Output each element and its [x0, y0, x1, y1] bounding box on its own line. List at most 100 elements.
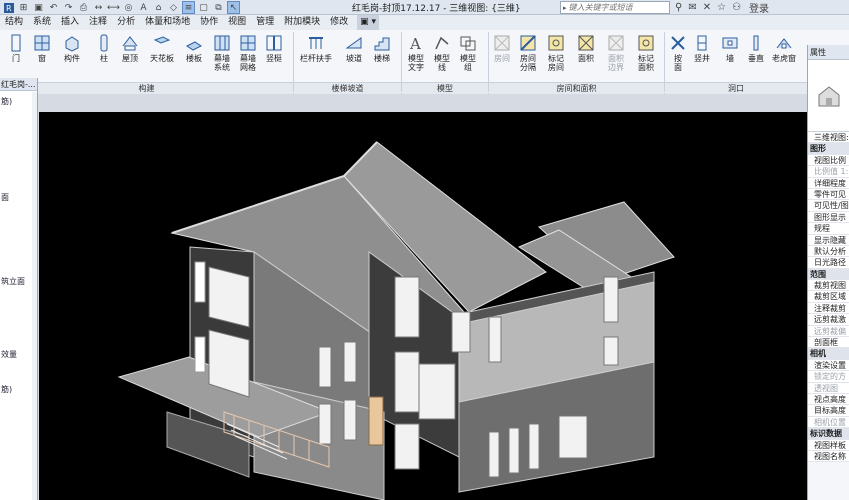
shaft-button[interactable]: 竖井 — [692, 32, 712, 63]
floor-button[interactable]: 楼板 — [184, 32, 204, 63]
tag-area-button[interactable]: 标记 面积 — [636, 32, 656, 72]
property-row[interactable]: 视点高度 — [808, 393, 849, 406]
revit-logo-icon[interactable]: R — [2, 1, 15, 14]
redo-icon[interactable]: ↷ — [62, 1, 75, 14]
property-row[interactable]: 裁剪视图 — [808, 280, 849, 292]
window-button[interactable]: 窗 — [32, 32, 52, 63]
property-row[interactable]: 渲染设置 — [808, 359, 849, 372]
property-row[interactable]: 三维视图: { — [808, 132, 849, 144]
area-boundary-button[interactable]: 面积 边界 — [606, 32, 626, 72]
tab-annotate[interactable]: 注释 — [84, 15, 112, 30]
tab-insert[interactable]: 插入 — [56, 15, 84, 30]
property-row[interactable]: 规程 — [808, 223, 849, 235]
property-row[interactable]: 可见性/图 — [808, 200, 849, 212]
vertical-opening-button[interactable]: 垂直 — [746, 32, 766, 63]
property-row[interactable]: 锁定的方 — [808, 371, 849, 383]
3d-viewport[interactable] — [39, 112, 807, 500]
section-icon[interactable]: ◇ — [167, 1, 180, 14]
tab-analyze[interactable]: 分析 — [112, 15, 140, 30]
property-row[interactable]: 视图比例 — [808, 154, 849, 167]
model-group-button[interactable]: 模型 组 — [458, 32, 478, 72]
tab-structure[interactable]: 结构 — [0, 15, 28, 30]
mullion-button[interactable]: 竖梃 — [264, 32, 284, 63]
room-separator-button[interactable]: 房间 分隔 — [518, 32, 538, 72]
area-button[interactable]: 面积 — [576, 32, 596, 63]
property-row[interactable]: 裁剪区域 — [808, 291, 849, 303]
roof-button[interactable]: 屋顶 — [120, 32, 140, 63]
property-row[interactable]: 比例值 1: — [808, 166, 849, 178]
tab-systems[interactable]: 系统 — [28, 15, 56, 30]
room-button[interactable]: 房间 — [492, 32, 512, 63]
ramp-button[interactable]: 坡道 — [344, 32, 364, 63]
browser-scrollbar[interactable] — [32, 92, 37, 500]
property-row[interactable]: 日光路径 — [808, 257, 849, 269]
browser-item[interactable]: 面 — [1, 192, 9, 203]
tab-manage[interactable]: 管理 — [251, 15, 279, 30]
user-icon[interactable]: ⚇ — [732, 2, 741, 13]
property-row[interactable]: 零件可见 — [808, 188, 849, 201]
column-icon — [100, 34, 108, 52]
tab-add-ins[interactable]: 附加模块 — [279, 15, 325, 30]
browser-item[interactable]: 筋) — [1, 384, 12, 395]
print-icon[interactable]: ⎙ — [77, 1, 90, 14]
open-icon[interactable]: ⊞ — [17, 1, 30, 14]
curtain-grid-button[interactable]: 幕墙 网格 — [238, 32, 258, 72]
tab-massing-site[interactable]: 体量和场地 — [140, 15, 195, 30]
property-row[interactable]: 视图样板 — [808, 439, 849, 451]
property-row[interactable]: 远剪裁偏 — [808, 325, 849, 338]
stair-button[interactable]: 楼梯 — [372, 32, 392, 63]
window — [508, 427, 520, 474]
ceiling-button[interactable]: 天花板 — [150, 32, 174, 63]
component-button[interactable]: 构件 — [62, 32, 82, 63]
property-row[interactable]: 视图名称 — [808, 450, 849, 463]
property-row[interactable]: 透视图 — [808, 382, 849, 394]
wall-opening-button[interactable]: 墙 — [720, 32, 740, 63]
ribbon-minimize-button[interactable]: ▣ ▾ — [357, 15, 380, 30]
tag-icon[interactable]: ◎ — [122, 1, 135, 14]
dormer-button[interactable]: 老虎窗 — [772, 32, 796, 63]
tab-view[interactable]: 视图 — [223, 15, 251, 30]
switch-windows-icon[interactable]: ⧉ — [212, 1, 225, 14]
text-icon[interactable]: A — [137, 1, 150, 14]
select-icon[interactable]: ↖ — [227, 1, 240, 14]
window — [528, 423, 540, 470]
thin-lines-icon[interactable]: ≡ — [182, 1, 195, 14]
property-row[interactable]: 剖面框 — [808, 337, 849, 349]
property-row[interactable]: 相机位置 — [808, 416, 849, 429]
search-field[interactable]: ▸ — [560, 1, 670, 14]
undo-icon[interactable]: ↶ — [47, 1, 60, 14]
3d-view-icon[interactable]: ⌂ — [152, 1, 165, 14]
property-row[interactable]: 详细程度 — [808, 177, 849, 189]
dimension-icon[interactable]: ⟷ — [107, 1, 120, 14]
property-row[interactable]: 目标高度 — [808, 405, 849, 417]
communication-icon[interactable]: ✉ — [688, 2, 696, 13]
search-arrow-icon: ▸ — [563, 3, 567, 12]
property-row[interactable]: 图形显示 — [808, 211, 849, 224]
save-icon[interactable]: ▣ — [32, 1, 45, 14]
column-button[interactable]: 柱 — [94, 32, 114, 63]
favorites-icon[interactable]: ☆ — [717, 2, 726, 13]
model-line-button[interactable]: 模型 线 — [432, 32, 452, 72]
property-row[interactable]: 注释裁剪 — [808, 302, 849, 315]
search-input[interactable] — [568, 3, 669, 12]
property-row[interactable]: 远剪裁激 — [808, 314, 849, 326]
browser-item[interactable]: 效量 — [1, 349, 17, 360]
search-icon[interactable]: ⚲ — [675, 2, 682, 13]
measure-icon[interactable]: ↔ — [92, 1, 105, 14]
tag-room-button[interactable]: 标记 房间 — [546, 32, 566, 72]
model-text-button[interactable]: A 模型 文字 — [406, 32, 426, 72]
railing-button[interactable]: 栏杆扶手 — [300, 32, 332, 63]
svg-text:R: R — [6, 4, 12, 13]
browser-item[interactable]: 筋) — [1, 96, 12, 107]
tab-collaborate[interactable]: 协作 — [195, 15, 223, 30]
property-row[interactable]: 默认分析 — [808, 245, 849, 258]
tab-modify[interactable]: 修改 — [325, 15, 353, 30]
by-face-button[interactable]: 按 面 — [668, 32, 688, 72]
browser-item[interactable]: 筑立面 — [1, 276, 25, 287]
exchange-icon[interactable]: ✕ — [703, 2, 711, 13]
door-button[interactable]: 门 — [6, 32, 26, 63]
curtain-system-button[interactable]: 幕墙 系统 — [212, 32, 232, 72]
property-row[interactable]: 显示隐藏 — [808, 234, 849, 246]
close-hidden-icon[interactable]: ▢ — [197, 1, 210, 14]
signin-label[interactable]: 登录 — [749, 0, 769, 15]
